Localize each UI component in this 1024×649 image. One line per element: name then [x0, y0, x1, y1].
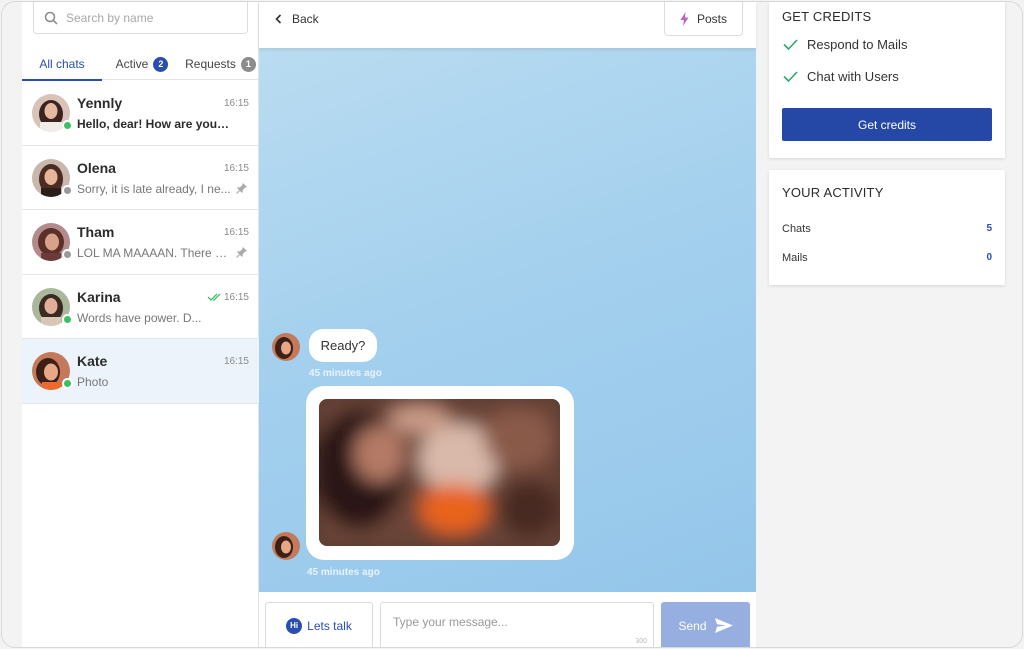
message-composer: Hi Lets talk 300 Send: [259, 592, 756, 647]
hi-bubble-icon: Hi: [286, 617, 303, 634]
message-bubble: Ready?: [309, 329, 377, 362]
count-badge: 2: [153, 56, 169, 72]
tab-label: Active: [115, 57, 149, 71]
chat-time: 16:15: [223, 98, 249, 109]
credit-item-label: Chat with Users: [807, 69, 899, 84]
chat-preview: Hello, dear! How are you t...: [77, 117, 232, 131]
tab-label: Requests: [185, 57, 236, 71]
message-area: Ready? 45 minutes ago 45 minutes ago: [259, 48, 756, 592]
pin-icon[interactable]: [236, 246, 248, 258]
send-label: Send: [678, 618, 707, 633]
avatar: [32, 352, 73, 390]
chat-item-yennly[interactable]: Yennly 16:15 Hello, dear! How are you t.…: [22, 81, 259, 146]
pin-icon[interactable]: [236, 182, 248, 194]
lets-talk-button[interactable]: Hi Lets talk: [265, 602, 373, 647]
online-status-icon: [62, 378, 73, 389]
app-window: All chats Active 2 Requests 1 Yennly 16:15…: [1, 1, 1023, 648]
tab-requests[interactable]: Requests 1: [182, 48, 259, 80]
lets-talk-label: Lets talk: [307, 618, 352, 633]
chat-item-karina[interactable]: Karina 16:15 Words have power. D...: [22, 275, 259, 339]
credit-item: Respond to Mails: [783, 37, 907, 52]
avatar: [32, 287, 73, 326]
chat-name: Kate: [77, 353, 108, 369]
chat-preview: Sorry, it is late already, I ne...: [77, 181, 231, 196]
count-badge: 1: [240, 56, 256, 72]
double-check-icon: [207, 293, 221, 301]
search-box[interactable]: [33, 2, 248, 34]
chat-time: 16:15: [223, 227, 249, 238]
lightning-icon: [680, 11, 689, 26]
activity-label: Mails: [782, 252, 808, 264]
chat-tabs: All chats Active 2 Requests 1: [22, 48, 259, 81]
chat-time: 16:15: [223, 291, 249, 303]
activity-value: 5: [986, 223, 992, 234]
message-input-box[interactable]: 300: [380, 602, 654, 647]
chat-panel: Back Posts Ready? 45 minutes ago 45 minu…: [259, 2, 756, 647]
chat-item-tham[interactable]: Tham 16:15 LOL MA MAAAAN. There w...: [22, 210, 259, 275]
message-input[interactable]: [381, 603, 653, 647]
avatar: [32, 158, 73, 197]
chat-preview: Photo: [77, 375, 109, 389]
chat-name: Olena: [77, 159, 116, 176]
activity-label: Chats: [782, 223, 811, 235]
activity-row-mails[interactable]: Mails 0: [782, 252, 992, 264]
chat-name: Karina: [77, 288, 121, 305]
get-credits-button[interactable]: Get credits: [782, 108, 992, 141]
chat-header: Back Posts: [259, 2, 756, 48]
credit-item-label: Respond to Mails: [807, 37, 908, 52]
chat-item-kate[interactable]: Kate 16:15 Photo: [22, 339, 259, 404]
sender-avatar: [272, 532, 300, 560]
back-label: Back: [292, 12, 319, 26]
chat-time: 16:15: [223, 162, 249, 174]
posts-label: Posts: [696, 11, 727, 26]
chat-name: Tham: [77, 224, 115, 240]
avatar: [32, 223, 73, 261]
activity-value: 0: [986, 252, 992, 263]
blurred-photo[interactable]: [319, 399, 560, 546]
chat-list: Yennly 16:15 Hello, dear! How are you t.…: [22, 81, 259, 404]
char-limit: 300: [635, 638, 647, 645]
search-input[interactable]: [66, 10, 226, 25]
activity-row-chats[interactable]: Chats 5: [782, 223, 992, 235]
send-arrow-icon: [714, 618, 733, 633]
offline-status-icon: [62, 249, 73, 260]
message-time: 45 minutes ago: [307, 567, 380, 578]
card-title: GET CREDITS: [782, 9, 872, 24]
chat-name: Yennly: [77, 95, 123, 111]
avatar: [32, 94, 73, 132]
search-icon: [44, 11, 58, 25]
chat-item-olena[interactable]: Olena 16:15 Sorry, it is late already, I…: [22, 146, 259, 210]
photo-message-bubble[interactable]: [306, 386, 574, 560]
chat-time: 16:15: [223, 356, 249, 367]
chat-preview: LOL MA MAAAAN. There w...: [77, 246, 232, 260]
credit-item: Chat with Users: [783, 69, 899, 84]
check-icon: [783, 71, 798, 82]
sender-avatar: [272, 333, 300, 361]
chat-sidebar: All chats Active 2 Requests 1 Yennly 16:15…: [22, 2, 259, 647]
online-status-icon: [62, 313, 73, 325]
tab-all-chats[interactable]: All chats: [22, 48, 102, 81]
tab-active[interactable]: Active 2: [102, 48, 182, 80]
card-title: YOUR ACTIVITY: [782, 185, 884, 200]
chat-preview: Words have power. D...: [77, 310, 202, 325]
chevron-left-icon: [275, 14, 282, 24]
check-icon: [783, 39, 798, 50]
message-time: 45 minutes ago: [309, 368, 382, 379]
your-activity-card: YOUR ACTIVITY Chats 5 Mails 0: [769, 170, 1005, 285]
back-button[interactable]: Back: [275, 11, 319, 27]
offline-status-icon: [62, 184, 73, 196]
online-status-icon: [62, 120, 73, 131]
message-text: Ready?: [320, 338, 366, 353]
send-button[interactable]: Send: [661, 602, 750, 647]
posts-button[interactable]: Posts: [664, 2, 743, 36]
tab-label: All chats: [39, 57, 85, 71]
get-credits-card: GET CREDITS Respond to Mails Chat with U…: [769, 2, 1005, 158]
